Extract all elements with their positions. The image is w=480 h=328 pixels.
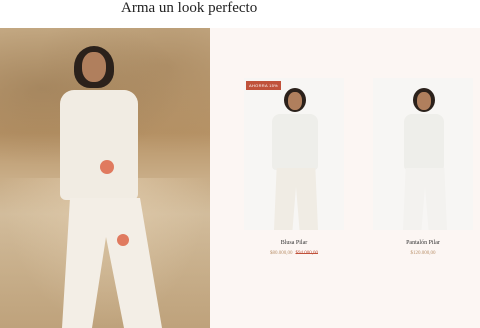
model-face	[288, 92, 302, 110]
page-title: Arma un look perfecto	[121, 0, 258, 16]
model-face	[417, 92, 431, 110]
product-image[interactable]	[373, 78, 473, 230]
product-card[interactable]: AHORRA 15% Blusa Pilar $80.000,00 $94.000…	[244, 78, 344, 256]
product-prices: $80.000,00 $94.000,00	[244, 251, 344, 256]
product-card[interactable]: Pantalón Pilar $120.000,00	[373, 78, 473, 256]
product-name[interactable]: Blusa Pilar	[244, 240, 344, 246]
model-pants	[274, 168, 318, 230]
product-panel: AHORRA 15% Blusa Pilar $80.000,00 $94.000…	[210, 28, 480, 328]
hero-flower-embroidery	[117, 234, 129, 246]
product-image[interactable]: AHORRA 15%	[244, 78, 344, 230]
hero-model-shirt	[60, 90, 138, 200]
hero-flower-embroidery	[100, 160, 114, 174]
product-prices: $120.000,00	[373, 251, 473, 256]
model-pants	[403, 168, 447, 230]
product-name[interactable]: Pantalón Pilar	[373, 240, 473, 246]
product-price: $120.000,00	[410, 251, 436, 256]
hero-image[interactable]	[0, 28, 210, 328]
discount-badge: AHORRA 15%	[246, 81, 282, 90]
model-shirt	[272, 114, 318, 170]
model-shirt	[404, 114, 444, 170]
hero-model-face	[82, 52, 106, 82]
product-price: $80.000,00	[270, 251, 293, 256]
product-old-price: $94.000,00	[295, 251, 319, 256]
